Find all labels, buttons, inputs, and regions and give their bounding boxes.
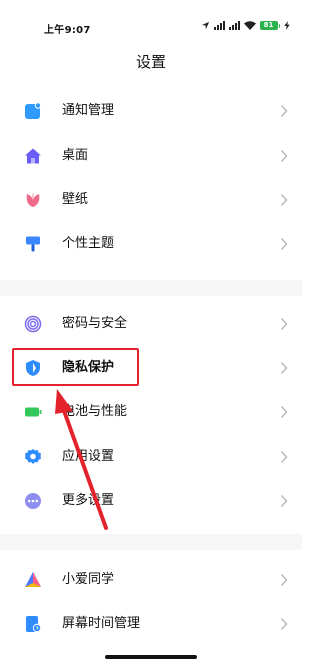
- settings-item-desktop[interactable]: 桌面: [0, 134, 302, 178]
- settings-item-screen-time[interactable]: 屏幕时间管理: [0, 602, 302, 646]
- chevron-right-icon: [280, 318, 288, 330]
- settings-item-label: 通知管理: [62, 103, 115, 118]
- settings-item-wallpaper[interactable]: 壁纸: [0, 178, 302, 222]
- charging-icon: [284, 21, 290, 30]
- settings-item-label: 更多设置: [62, 493, 115, 508]
- chevron-right-icon: [280, 362, 288, 374]
- settings-item-label: 密码与安全: [62, 316, 128, 331]
- chevron-right-icon: [280, 495, 288, 507]
- chevron-right-icon: [280, 451, 288, 463]
- theme-brush-icon: [26, 236, 40, 252]
- more-icon: [25, 493, 41, 509]
- settings-item-label: 屏幕时间管理: [62, 616, 141, 631]
- settings-item-label: 个性主题: [62, 236, 115, 251]
- fingerprint-icon: [24, 315, 42, 333]
- notification-icon: [25, 102, 42, 119]
- gear-icon: [25, 449, 41, 464]
- status-icons: 81: [201, 21, 291, 30]
- highlight-box: [12, 348, 139, 386]
- location-icon: [201, 21, 209, 30]
- settings-item-label: 壁纸: [62, 192, 89, 207]
- settings-item-label: 桌面: [62, 148, 89, 163]
- chevron-right-icon: [280, 150, 288, 162]
- settings-item-more-settings[interactable]: 更多设置: [0, 479, 302, 523]
- settings-item-label: 电池与性能: [62, 404, 128, 419]
- section-divider: [0, 534, 302, 550]
- chevron-right-icon: [280, 618, 288, 630]
- settings-item-battery-performance[interactable]: 电池与性能: [0, 390, 302, 434]
- page-title: 设置: [135, 53, 166, 71]
- chevron-right-icon: [280, 194, 288, 206]
- section-divider: [0, 280, 302, 296]
- xiaoai-icon: [25, 572, 41, 587]
- signal-icon-2: [228, 21, 240, 30]
- battery-icon: [25, 407, 42, 417]
- chevron-right-icon: [280, 238, 288, 250]
- wallpaper-flower-icon: [26, 192, 40, 207]
- settings-item-app-settings[interactable]: 应用设置: [0, 435, 302, 479]
- chevron-right-icon: [280, 574, 288, 586]
- chevron-right-icon: [280, 406, 288, 418]
- status-bar: 上午9:07 81: [0, 0, 302, 36]
- battery-level: 81: [259, 21, 278, 30]
- status-time: 上午9:07: [44, 25, 91, 36]
- settings-item-xiaoai[interactable]: 小爱同学: [0, 558, 302, 602]
- chevron-right-icon: [280, 105, 288, 117]
- settings-item-label: 应用设置: [62, 449, 115, 464]
- battery-status-icon: 81: [259, 21, 280, 30]
- settings-item-notifications[interactable]: 通知管理: [0, 89, 302, 133]
- signal-icon: [213, 21, 225, 30]
- screen-time-icon: [26, 616, 42, 633]
- settings-item-label: 小爱同学: [62, 572, 115, 587]
- home-icon: [25, 148, 41, 164]
- settings-item-password-security[interactable]: 密码与安全: [0, 302, 302, 346]
- wifi-icon: [243, 21, 256, 30]
- settings-item-theme[interactable]: 个性主题: [0, 222, 302, 266]
- home-indicator: [105, 655, 197, 659]
